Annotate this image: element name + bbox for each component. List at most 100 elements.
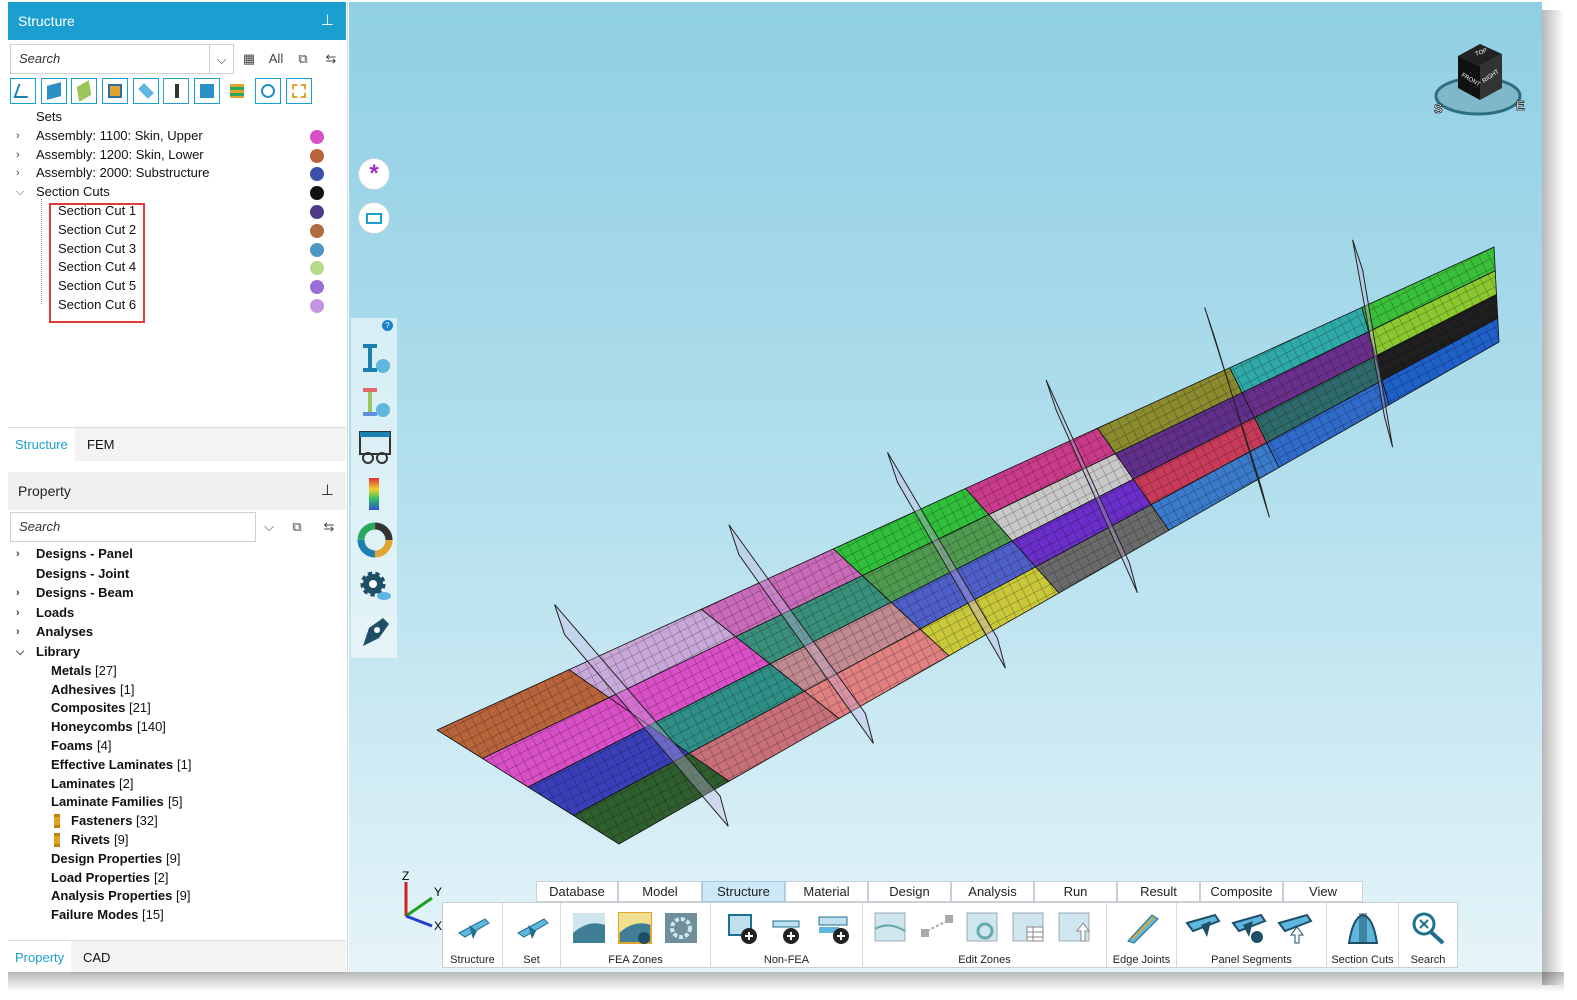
ribbon-tab-view[interactable]: View xyxy=(1283,881,1363,902)
tree-item-assembly-lower[interactable]: › Assembly: 1200: Skin, Lower xyxy=(8,146,346,165)
joint-filter-icon[interactable] xyxy=(10,78,36,104)
chevron-right-icon[interactable]: › xyxy=(16,127,26,146)
pin-icon[interactable]: ⊥ xyxy=(321,2,334,40)
plate-filter-icon[interactable] xyxy=(132,78,159,104)
edit-zone-refresh-icon[interactable] xyxy=(965,911,1001,945)
asterisk-button[interactable]: * xyxy=(358,158,390,190)
library-item[interactable]: Foams [4] xyxy=(8,737,346,756)
beam-check-icon[interactable] xyxy=(357,384,393,420)
chevron-right-icon[interactable]: › xyxy=(16,146,26,165)
ribbon-tab-model[interactable]: Model xyxy=(618,881,702,902)
view-glasses-icon[interactable] xyxy=(357,430,393,466)
library-item[interactable]: Load Properties [2] xyxy=(8,869,346,888)
panel-segment-up-icon[interactable] xyxy=(1277,911,1313,945)
tree-item-section-cuts[interactable]: ⌵ Section Cuts xyxy=(8,183,346,202)
gear-eye-icon[interactable] xyxy=(357,568,393,604)
ribbon-tab-result[interactable]: Result xyxy=(1117,881,1200,902)
tree-item-designs-joint[interactable]: Designs - Joint xyxy=(8,565,346,585)
tree-item-assembly-substructure[interactable]: › Assembly: 2000: Substructure xyxy=(8,164,346,183)
fea-zone-auto-icon[interactable] xyxy=(617,911,653,945)
collapse-all-icon[interactable]: ⧉ xyxy=(286,512,308,542)
library-item[interactable]: Composites [21] xyxy=(8,699,346,718)
tab-property[interactable]: Property xyxy=(8,941,72,975)
ribbon-tab-analysis[interactable]: Analysis xyxy=(951,881,1034,902)
pin-icon[interactable]: ⊥ xyxy=(321,472,334,510)
tree-item-library[interactable]: ⌵ Library xyxy=(8,643,346,662)
ribbon-tab-structure[interactable]: Structure xyxy=(702,881,785,902)
color-swatch[interactable] xyxy=(310,223,324,238)
search-icon[interactable] xyxy=(1410,911,1446,945)
ribbon-tab-material[interactable]: Material xyxy=(785,881,868,902)
all-filter-button[interactable]: All xyxy=(263,44,289,74)
sync-icon[interactable]: ⇆ xyxy=(320,44,342,74)
color-swatch[interactable] xyxy=(310,261,324,276)
color-wheel-icon[interactable] xyxy=(357,522,393,558)
box-filter-icon[interactable] xyxy=(193,78,220,104)
panel-filter-icon[interactable] xyxy=(71,78,98,104)
set-plane-icon[interactable] xyxy=(514,911,550,945)
ribbon-tab-database[interactable]: Database xyxy=(536,881,618,902)
section-filter-icon[interactable] xyxy=(255,78,281,104)
chevron-right-icon[interactable]: › xyxy=(16,164,26,183)
tree-item-designs-panel[interactable]: › Designs - Panel xyxy=(8,545,346,565)
tree-item-assembly-upper[interactable]: › Assembly: 1100: Skin, Upper xyxy=(8,127,346,146)
chevron-down-icon[interactable]: ⌵ xyxy=(16,643,26,662)
layers-filter-icon[interactable] xyxy=(224,78,251,104)
chevron-right-icon[interactable]: › xyxy=(16,623,26,642)
chevron-down-icon[interactable]: ⌵ xyxy=(258,512,280,542)
library-item[interactable]: Honeycombs [140] xyxy=(8,718,346,737)
tree-item-sets[interactable]: Sets xyxy=(8,108,346,127)
color-swatch[interactable] xyxy=(310,280,324,295)
solid-filter-icon[interactable] xyxy=(40,78,67,104)
fea-zone-gear-icon[interactable] xyxy=(663,911,699,945)
color-swatch[interactable] xyxy=(310,148,324,163)
collapse-all-icon[interactable]: ⧉ xyxy=(292,44,314,74)
panel-segment-auto-icon[interactable] xyxy=(1231,911,1267,945)
ribbon-tab-design[interactable]: Design xyxy=(868,881,951,902)
ribbon-tab-run[interactable]: Run xyxy=(1034,881,1117,902)
beam-filter-icon[interactable] xyxy=(101,78,128,104)
chevron-right-icon[interactable]: › xyxy=(16,604,26,623)
tree-item-designs-beam[interactable]: › Designs - Beam xyxy=(8,584,346,604)
library-item[interactable]: Metals [27] xyxy=(8,662,346,681)
library-item[interactable]: Laminates [2] xyxy=(8,775,346,794)
view-cube[interactable]: TOP FRONT RIGHT S E xyxy=(1428,38,1528,120)
chevron-right-icon[interactable]: › xyxy=(16,545,26,564)
property-search-input[interactable]: Search xyxy=(10,512,256,542)
ibeam-filter-icon[interactable] xyxy=(163,78,190,104)
beam-play-icon[interactable] xyxy=(357,340,393,376)
tab-structure[interactable]: Structure xyxy=(8,428,75,462)
edit-zone-table-icon[interactable] xyxy=(1011,911,1047,945)
edit-zone-select-icon[interactable] xyxy=(873,911,909,945)
rectangle-select-button[interactable] xyxy=(358,202,390,234)
color-swatch[interactable] xyxy=(310,298,324,313)
settings-filter-icon[interactable] xyxy=(285,78,312,104)
library-item[interactable]: Rivets [9] xyxy=(8,831,346,850)
library-item[interactable]: Analysis Properties [9] xyxy=(8,887,346,906)
library-item[interactable]: Design Properties [9] xyxy=(8,850,346,869)
help-icon[interactable]: ? xyxy=(382,320,393,331)
color-swatch[interactable] xyxy=(310,204,324,219)
chevron-down-icon[interactable]: ⌵ xyxy=(210,44,234,74)
non-fea-joint-add-icon[interactable] xyxy=(815,911,851,945)
tab-cad[interactable]: CAD xyxy=(76,941,117,975)
non-fea-beam-add-icon[interactable] xyxy=(769,911,805,945)
panel-segment-icon[interactable] xyxy=(1185,911,1221,945)
ribbon-tab-composite[interactable]: Composite xyxy=(1200,881,1283,902)
color-swatch[interactable] xyxy=(310,167,324,182)
color-swatch[interactable] xyxy=(310,242,324,257)
3d-viewport[interactable] xyxy=(349,2,1542,972)
chevron-down-icon[interactable]: ⌵ xyxy=(16,183,26,202)
tree-item-analyses[interactable]: › Analyses xyxy=(8,623,346,643)
chevron-right-icon[interactable]: › xyxy=(16,584,26,603)
tab-fem[interactable]: FEM xyxy=(80,428,121,462)
fea-zone-icon[interactable] xyxy=(571,911,607,945)
view-cube-e[interactable]: E xyxy=(1516,98,1526,114)
color-swatch[interactable] xyxy=(310,186,324,201)
library-item[interactable]: Effective Laminates [1] xyxy=(8,756,346,775)
filter-icon[interactable]: ▦ xyxy=(238,44,260,74)
edit-zone-up-icon[interactable] xyxy=(1057,911,1093,945)
sync-icon[interactable]: ⇆ xyxy=(318,512,340,542)
wing-model[interactable] xyxy=(349,2,1542,972)
structure-plane-icon[interactable] xyxy=(455,911,491,945)
